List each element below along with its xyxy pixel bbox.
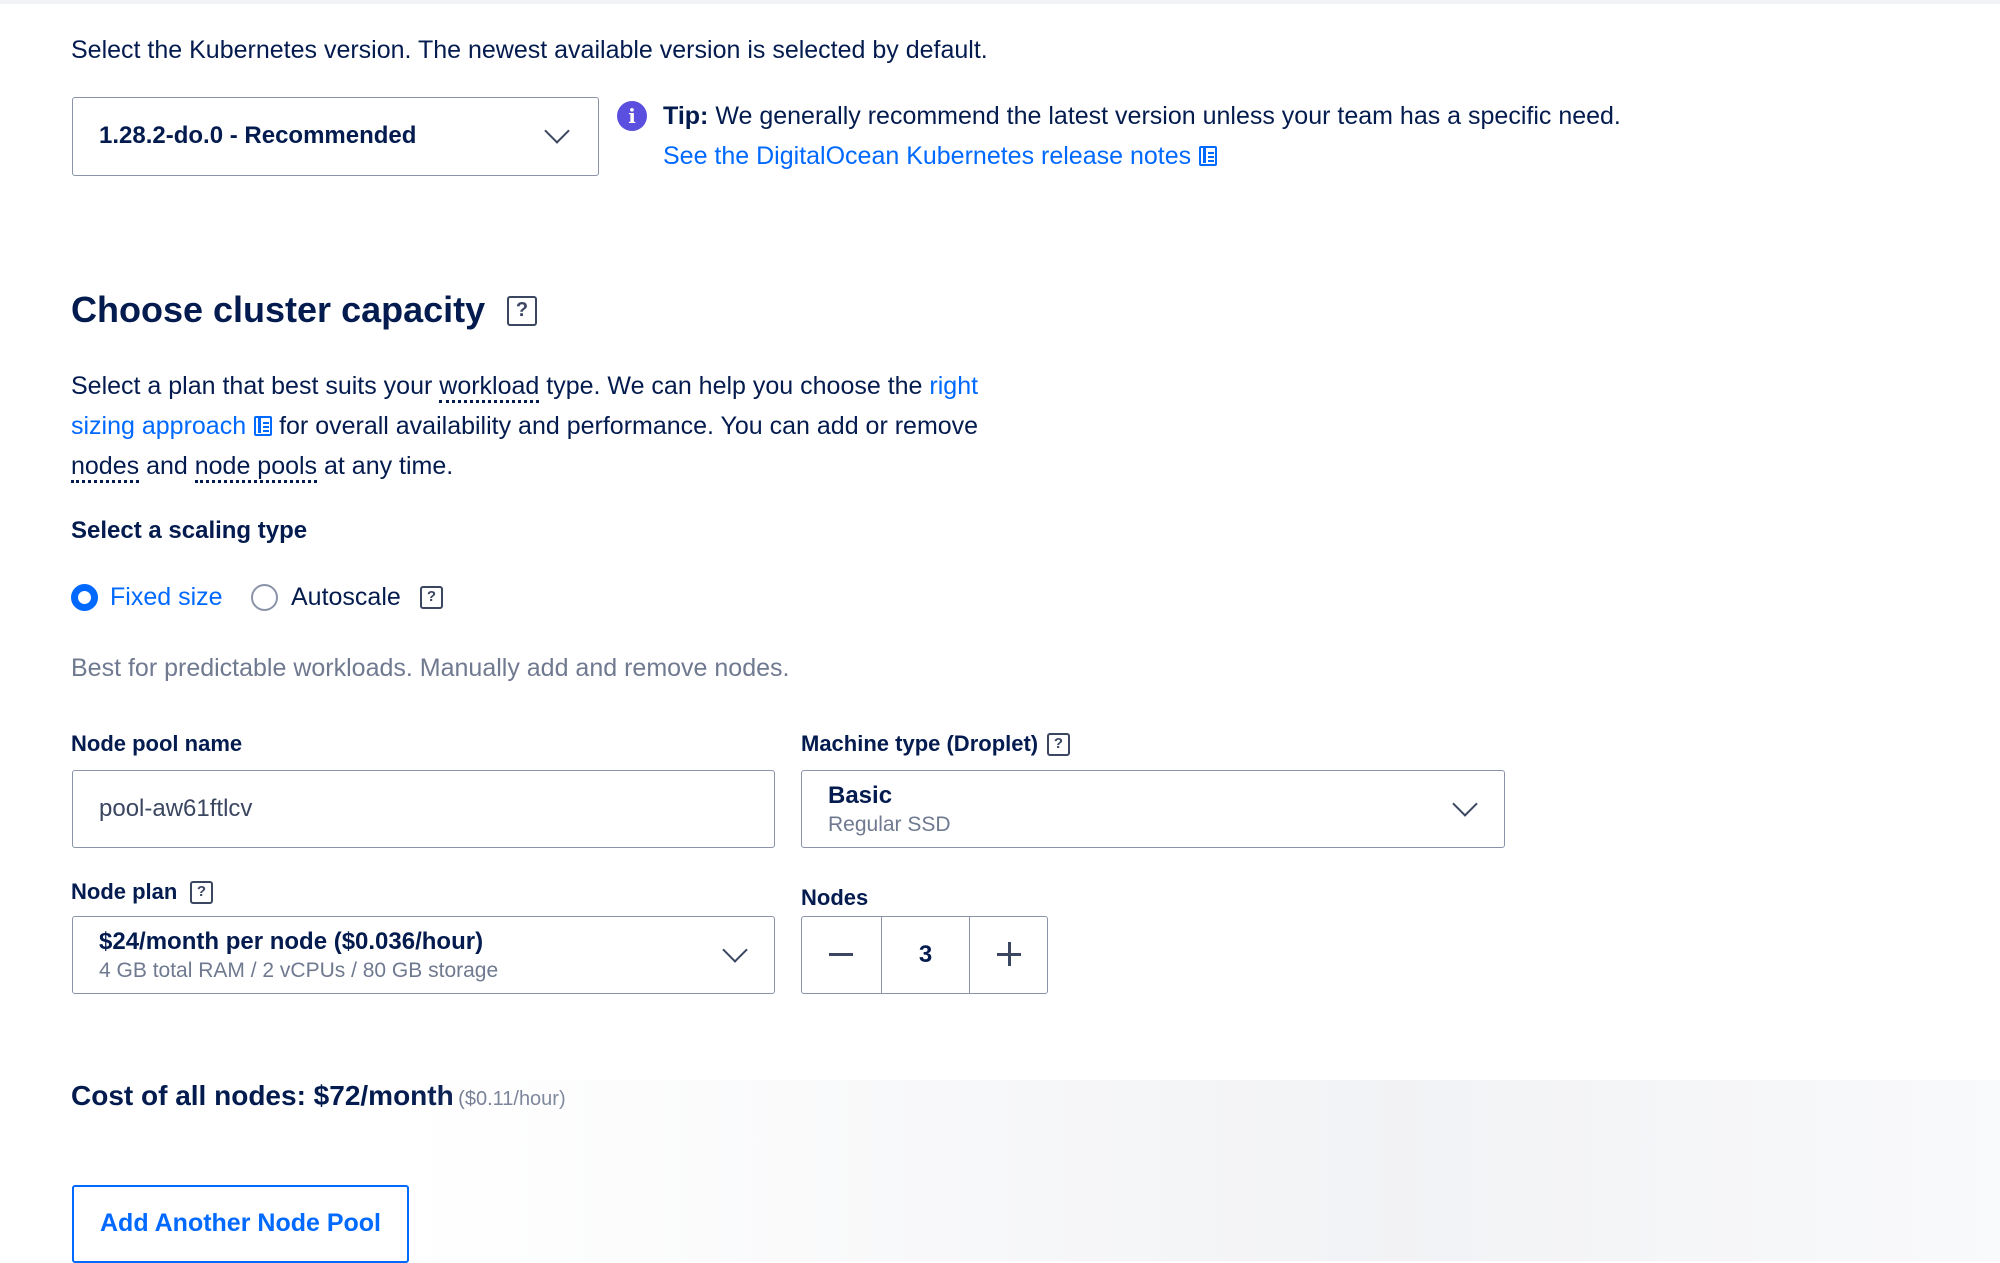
chevron-down-icon xyxy=(722,937,748,963)
right-sizing-link-part2[interactable]: sizing approach xyxy=(71,412,246,440)
nodes-count-input[interactable]: 3 xyxy=(882,917,969,993)
fixed-size-label[interactable]: Fixed size xyxy=(110,577,223,617)
machine-type-label: Machine type (Droplet) xyxy=(801,731,1039,756)
description-text: Select a plan that best suits your xyxy=(71,372,440,400)
help-icon[interactable]: ? xyxy=(507,296,537,326)
nodes-label: Nodes xyxy=(801,885,869,910)
help-icon[interactable]: ? xyxy=(190,881,213,904)
node-pool-name-input[interactable]: pool-aw61ftlcv xyxy=(72,770,775,848)
machine-type-select[interactable]: Basic Regular SSD xyxy=(801,770,1505,848)
node-pools-term[interactable]: node pools xyxy=(194,452,318,483)
machine-type-subtitle: Regular SSD xyxy=(828,813,951,836)
node-plan-subtitle: 4 GB total RAM / 2 vCPUs / 80 GB storage xyxy=(99,959,499,982)
description-line-2: sizing approach for overall availability… xyxy=(71,406,978,446)
workload-term[interactable]: workload xyxy=(439,372,540,403)
description-text: and xyxy=(139,452,195,480)
release-notes-link-text: See the DigitalOcean Kubernetes release … xyxy=(663,142,1192,170)
increment-button[interactable] xyxy=(969,917,1049,993)
scaling-hint: Best for predictable workloads. Manually… xyxy=(71,654,790,682)
node-pool-name-label: Node pool name xyxy=(71,731,243,756)
description-line-1: Select a plan that best suits your workl… xyxy=(71,366,978,406)
autoscale-label[interactable]: Autoscale xyxy=(291,577,401,617)
docs-icon xyxy=(1199,146,1218,166)
help-icon[interactable]: ? xyxy=(1047,733,1070,756)
docs-icon xyxy=(254,416,273,436)
right-sizing-link-part1[interactable]: right xyxy=(929,372,978,400)
description-text: type. We can help you choose the xyxy=(539,372,930,400)
chevron-down-icon xyxy=(1452,791,1478,817)
decrement-button[interactable] xyxy=(802,917,882,993)
cost-summary: Cost of all nodes: $72/month ($0.11/hour… xyxy=(71,1076,566,1119)
node-pool-name-value: pool-aw61ftlcv xyxy=(99,795,253,822)
top-divider xyxy=(0,0,2000,4)
help-icon[interactable]: ? xyxy=(420,586,443,609)
nodes-term[interactable]: nodes xyxy=(71,452,140,483)
tip-body: We generally recommend the latest versio… xyxy=(715,102,1621,130)
node-plan-label: Node plan xyxy=(71,879,178,904)
tip-label: Tip: xyxy=(663,102,709,130)
plus-icon-vertical xyxy=(1008,942,1011,966)
version-description: Select the Kubernetes version. The newes… xyxy=(71,36,988,64)
chevron-down-icon xyxy=(544,118,570,144)
node-plan-title: $24/month per node ($0.036/hour) xyxy=(99,928,484,955)
tip-text: Tip: We generally recommend the latest v… xyxy=(663,96,1621,136)
autoscale-radio[interactable] xyxy=(251,584,278,611)
minus-icon xyxy=(829,953,853,956)
node-plan-select[interactable]: $24/month per node ($0.036/hour) 4 GB to… xyxy=(72,916,775,994)
kubernetes-version-value: 1.28.2-do.0 - Recommended xyxy=(99,122,417,149)
cost-total: Cost of all nodes: $72/month xyxy=(71,1080,454,1111)
description-line-3: nodes and node pools at any time. xyxy=(71,446,978,486)
capacity-description: Select a plan that best suits your workl… xyxy=(71,366,978,486)
info-icon: i xyxy=(617,101,647,131)
kubernetes-version-select[interactable]: 1.28.2-do.0 - Recommended xyxy=(72,97,599,176)
scaling-type-label: Select a scaling type xyxy=(71,517,308,544)
capacity-title: Choose cluster capacity xyxy=(71,289,486,330)
cost-hourly: ($0.11/hour) xyxy=(458,1088,566,1110)
machine-type-title: Basic xyxy=(828,782,893,809)
fixed-size-radio[interactable] xyxy=(71,584,98,611)
nodes-stepper: 3 xyxy=(801,916,1048,994)
description-text: at any time. xyxy=(317,452,454,480)
description-text: for overall availability and performance… xyxy=(272,412,979,440)
add-node-pool-button[interactable]: Add Another Node Pool xyxy=(72,1185,409,1263)
release-notes-link[interactable]: See the DigitalOcean Kubernetes release … xyxy=(663,136,1218,176)
